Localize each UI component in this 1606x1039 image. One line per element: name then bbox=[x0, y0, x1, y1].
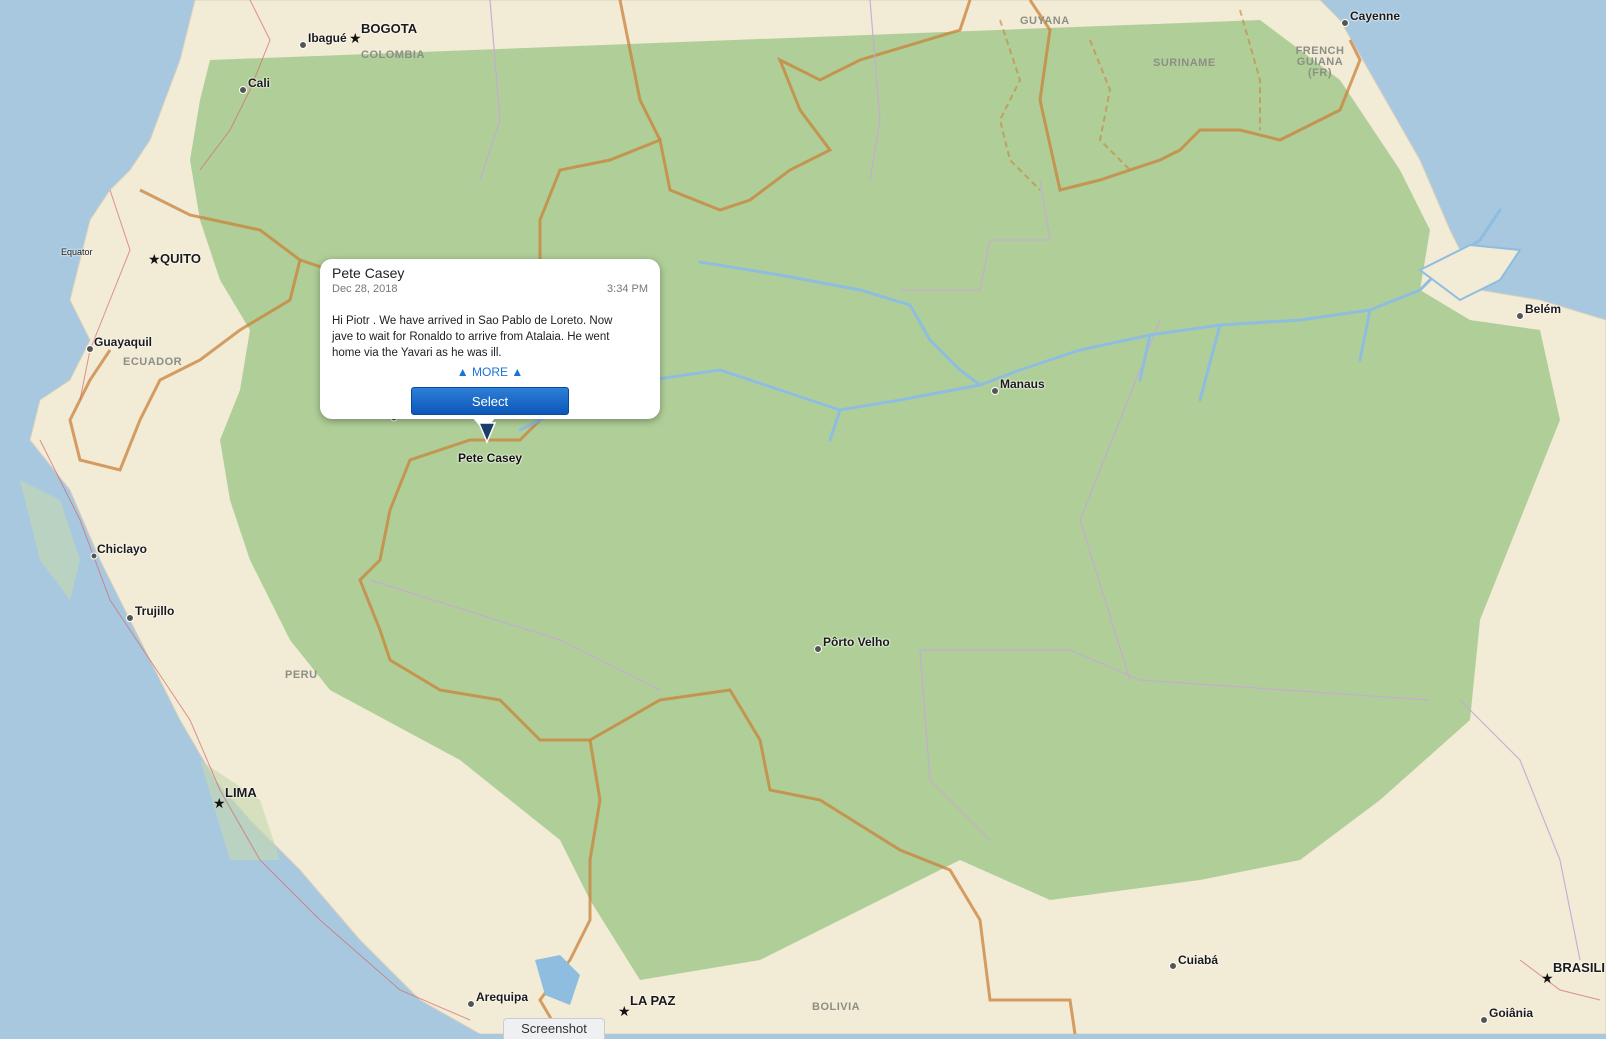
city-label-ibague: Ibagué bbox=[308, 31, 347, 45]
country-label-french-guiana: FRENCH GUIANA (FR) bbox=[1295, 45, 1345, 79]
svg-text:★: ★ bbox=[213, 796, 226, 812]
equator-label: Equator bbox=[61, 247, 93, 257]
city-label-cali: Cali bbox=[248, 76, 271, 90]
callout-time: 3:34 PM bbox=[607, 283, 648, 295]
select-button[interactable]: Select bbox=[411, 387, 569, 415]
city-label-quito: QUITO bbox=[160, 251, 201, 266]
city-label-la-paz: LA PAZ bbox=[630, 993, 676, 1008]
svg-text:★: ★ bbox=[618, 1004, 631, 1020]
city-label-chiclayo: Chiclayo bbox=[97, 542, 148, 556]
country-label-peru: PERU bbox=[285, 669, 318, 681]
city-label-porto-velho: Pôrto Velho bbox=[823, 635, 890, 649]
city-label-cayenne: Cayenne bbox=[1350, 9, 1401, 23]
city-label-arequipa: Arequipa bbox=[476, 990, 529, 1004]
map-canvas[interactable]: ★ ★ ★ ★ ★ bbox=[0, 0, 1606, 1034]
city-label-trujillo: Trujillo bbox=[135, 604, 175, 618]
city-label-goiania: Goiânia bbox=[1489, 1006, 1534, 1020]
svg-text:★: ★ bbox=[148, 252, 161, 268]
city-label-brasilia: BRASILI bbox=[1553, 960, 1605, 975]
callout-sender-name: Pete Casey bbox=[332, 265, 405, 281]
message-callout: Pete Casey Dec 28, 2018 3:34 PM Hi Piotr… bbox=[320, 259, 660, 431]
svg-text:★: ★ bbox=[1541, 971, 1554, 987]
country-label-guyana: GUYANA bbox=[1020, 15, 1070, 27]
location-pin-icon[interactable] bbox=[478, 422, 496, 444]
country-label-colombia: COLOMBIA bbox=[361, 49, 425, 61]
country-label-ecuador: ECUADOR bbox=[123, 356, 183, 368]
city-label-guayaquil: Guayaquil bbox=[94, 335, 153, 349]
screenshot-tab[interactable]: Screenshot bbox=[503, 1018, 605, 1039]
city-label-manaus: Manaus bbox=[1000, 377, 1045, 391]
svg-text:★: ★ bbox=[349, 31, 362, 47]
country-label-suriname: SURINAME bbox=[1153, 57, 1216, 69]
city-label-belem: Belém bbox=[1525, 302, 1562, 316]
marker-label: Pete Casey bbox=[458, 451, 523, 465]
city-label-bogota: BOGOTA bbox=[361, 21, 418, 36]
more-link[interactable]: ▲ MORE ▲ bbox=[320, 365, 660, 379]
city-label-cuiaba: Cuiabá bbox=[1178, 953, 1219, 967]
city-label-lima: LIMA bbox=[225, 785, 257, 800]
callout-message: Hi Piotr . We have arrived in Sao Pablo … bbox=[332, 315, 613, 359]
callout-date: Dec 28, 2018 bbox=[332, 283, 398, 295]
country-label-bolivia: BOLIVIA bbox=[812, 1001, 861, 1013]
